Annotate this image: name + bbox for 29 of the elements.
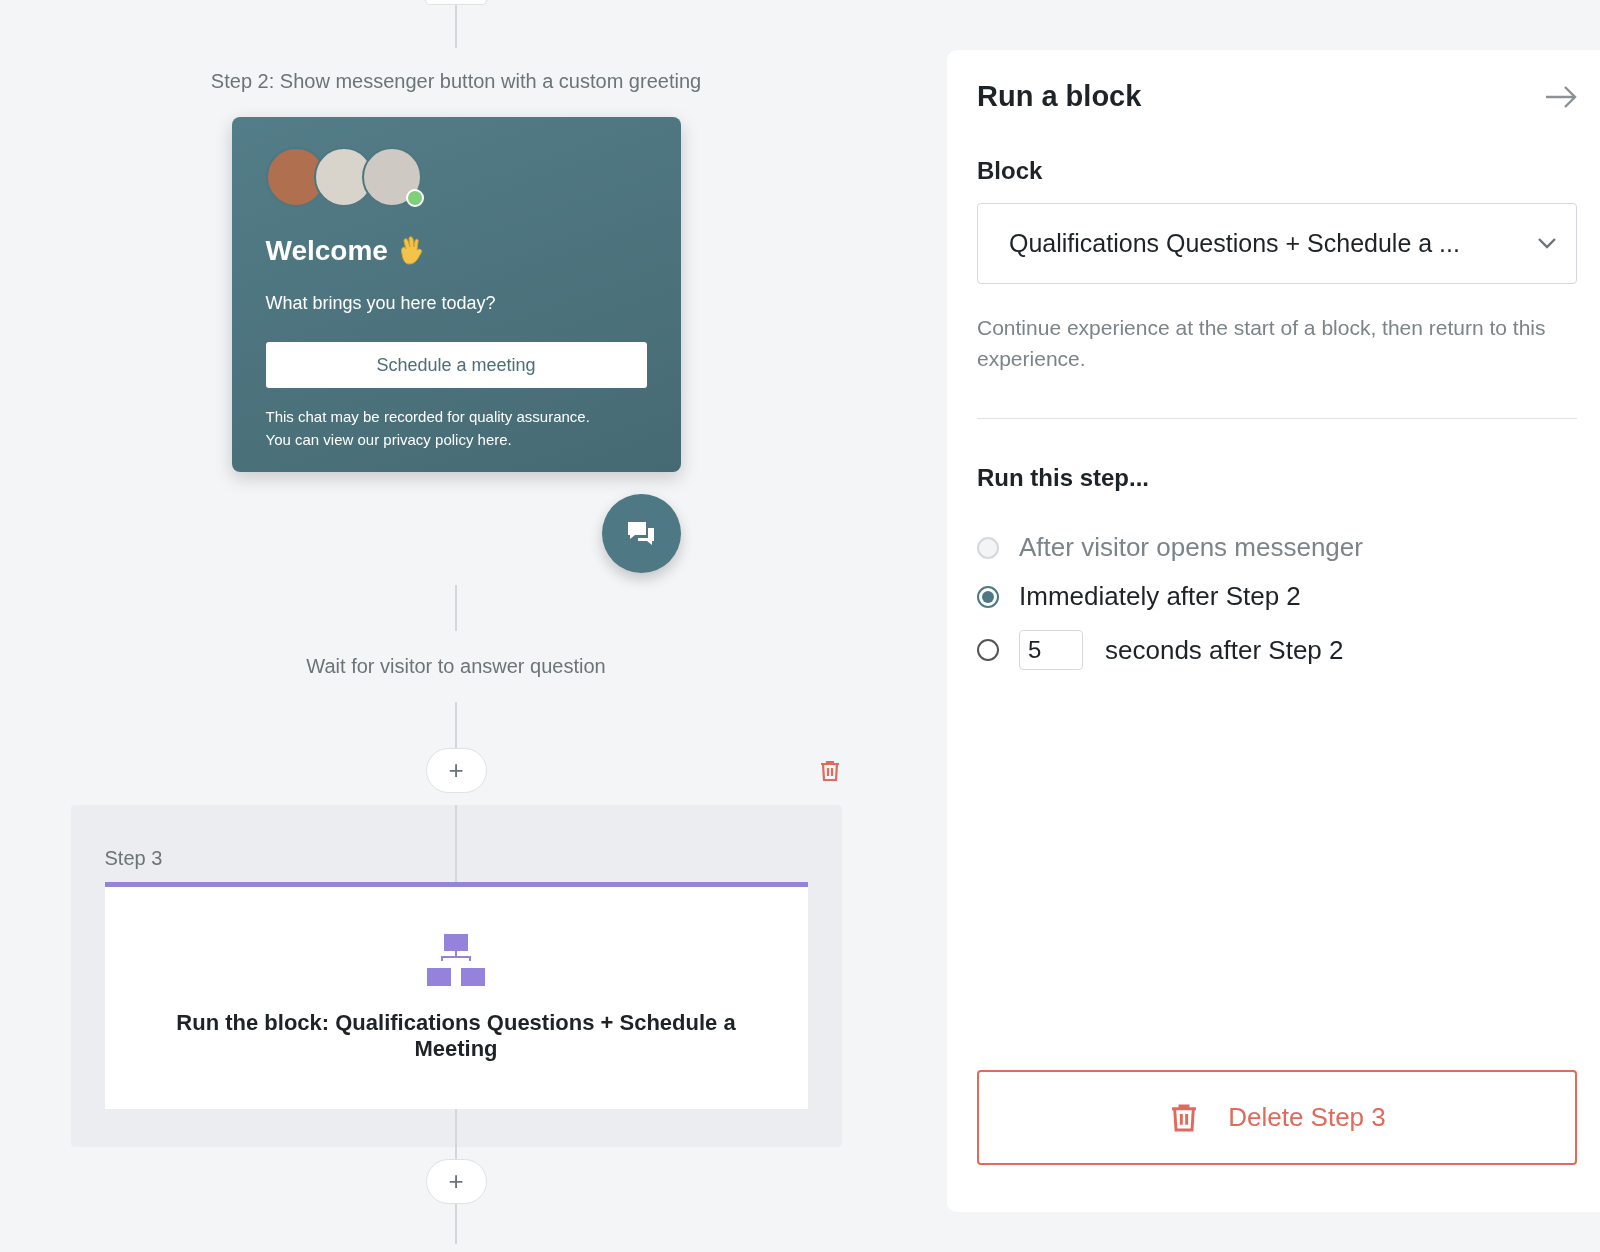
- delete-step-button[interactable]: Delete Step 3: [977, 1070, 1577, 1165]
- section-title: Run this step...: [977, 464, 1150, 492]
- block-dropdown[interactable]: Qualifications Questions + Schedule a ...: [977, 203, 1577, 284]
- add-step-button[interactable]: +: [425, 748, 487, 793]
- arrow-right-icon[interactable]: [1545, 85, 1577, 108]
- disclaimer-text: This chat may be recorded for quality assurance.: [265, 408, 591, 425]
- chat-bubbles-icon: [626, 519, 656, 548]
- radio-label: seconds after Step 2: [1105, 634, 1344, 666]
- panel-title: Run a block: [977, 80, 1142, 113]
- schedule-meeting-button[interactable]: Schedule a meeting: [265, 342, 647, 388]
- radio-button[interactable]: [977, 639, 999, 661]
- step-card[interactable]: Run the block: Qualifications Questions + Schedule a Meeting: [104, 882, 808, 1109]
- step-label: Step 3: [104, 847, 164, 870]
- add-step-button[interactable]: +: [425, 1159, 487, 1204]
- field-label: Block: [977, 157, 1044, 185]
- help-text: Continue experience at the start of a block, then return to this experience.: [977, 315, 1547, 372]
- hierarchy-icon: [427, 934, 485, 986]
- radio-label: Immediately after Step 2: [1019, 581, 1301, 612]
- chevron-down-icon: [1538, 238, 1556, 249]
- step-label: Step 2: Show messenger button with a custom greeting: [210, 70, 702, 93]
- wait-label: Wait for visitor to answer question: [306, 655, 606, 678]
- chat-button[interactable]: [601, 494, 681, 573]
- greeting-title: Welcome: [265, 235, 388, 267]
- radio-label: After visitor opens messenger: [1019, 532, 1363, 563]
- seconds-input[interactable]: 5: [1019, 630, 1083, 670]
- radio-button[interactable]: [977, 585, 999, 608]
- greeting-question: What brings you here today?: [265, 293, 497, 314]
- disclaimer-text: You can view our privacy policy here.: [265, 431, 513, 448]
- step-title: Run the block: Qualifications Questions + Schedule a Meeting: [175, 1010, 737, 1062]
